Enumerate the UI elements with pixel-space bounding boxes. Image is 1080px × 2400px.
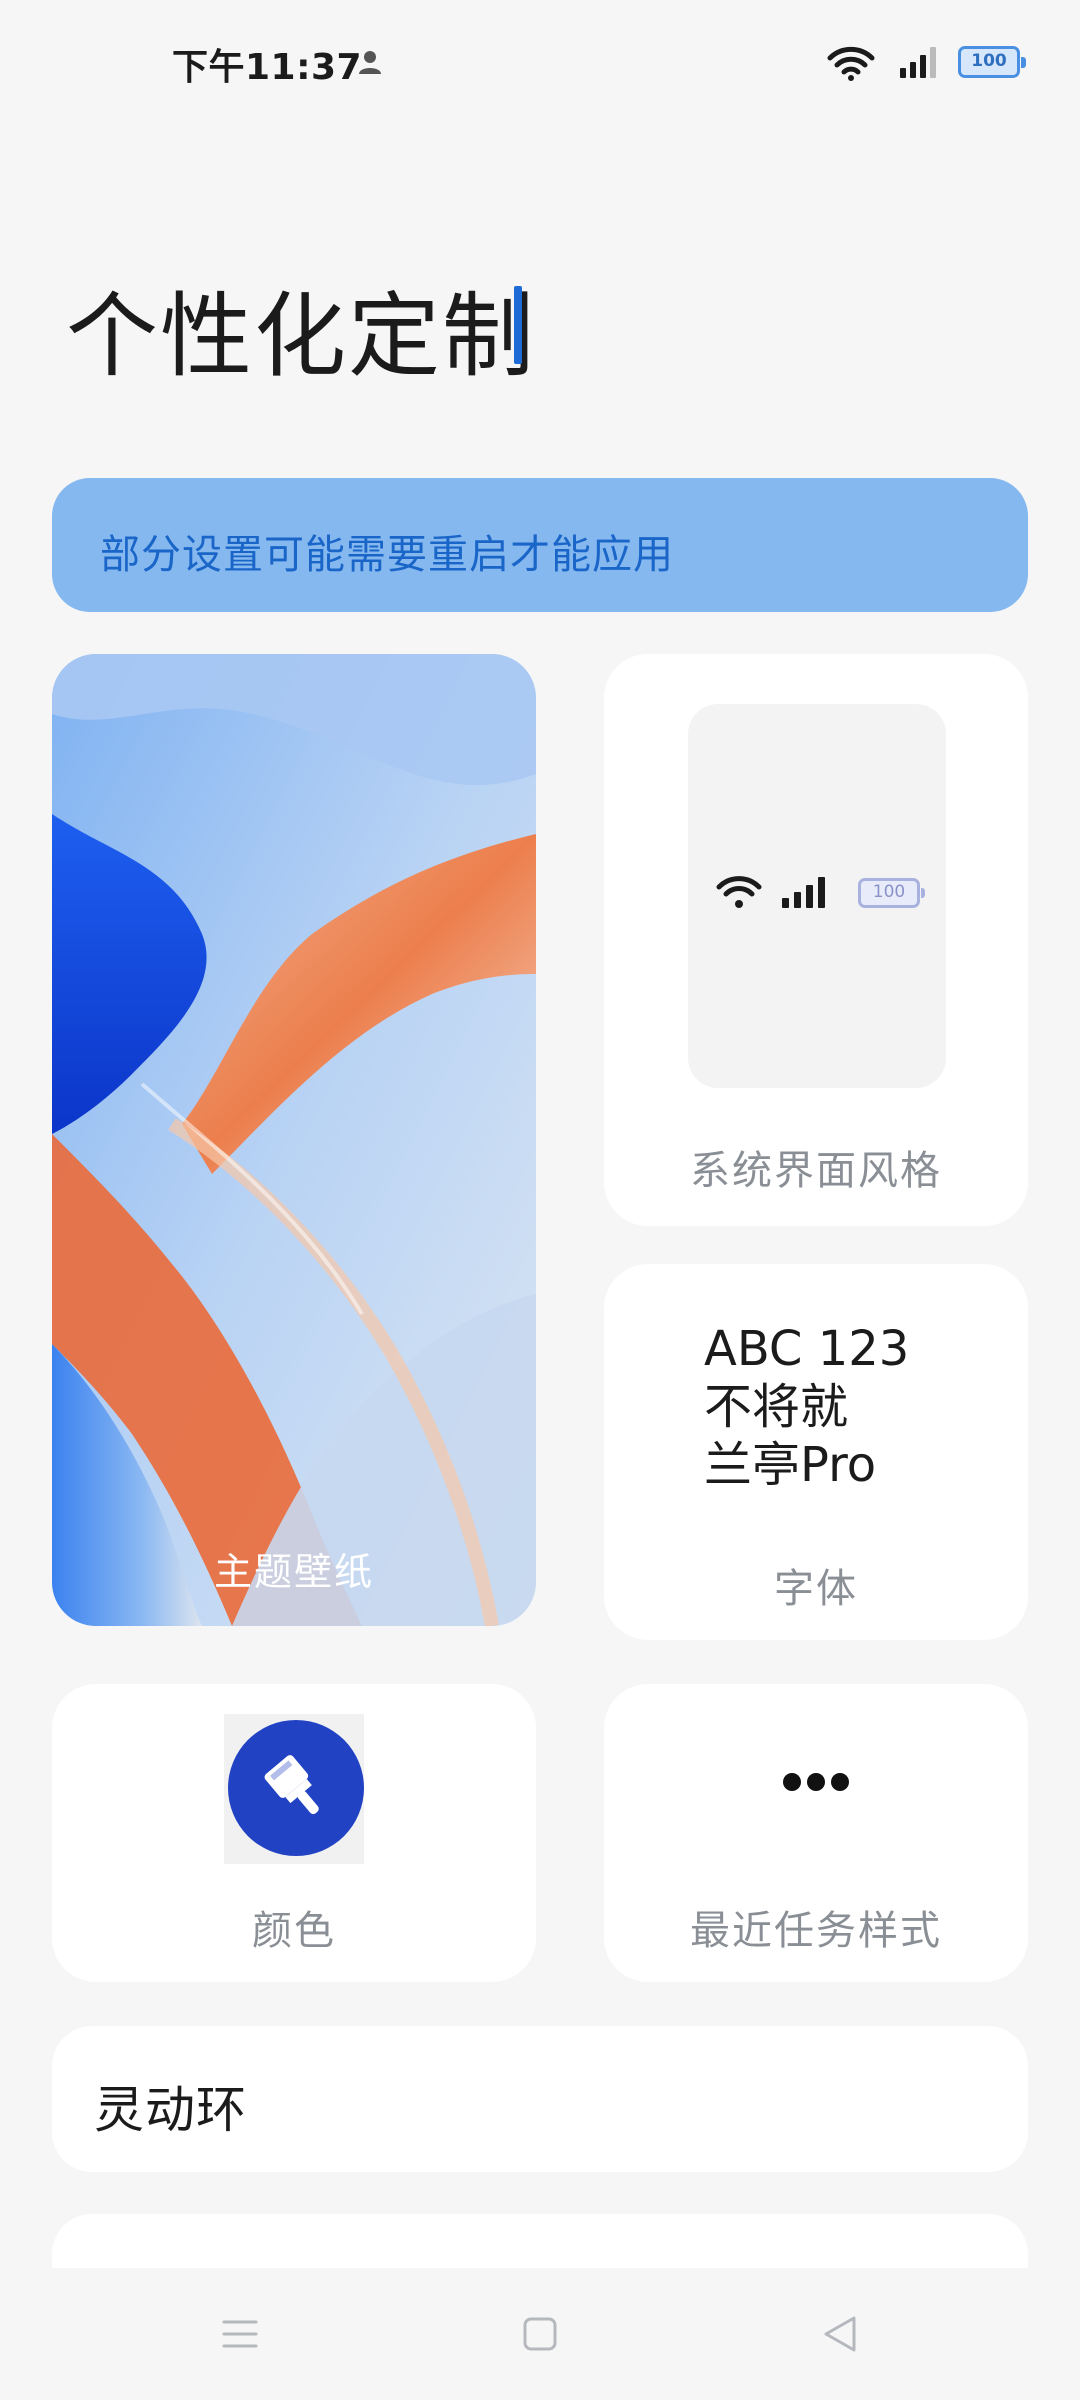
home-icon[interactable]: [522, 2316, 558, 2352]
preview-wifi-icon: [716, 876, 762, 908]
font-sample-line: 不将就: [704, 1379, 849, 1435]
notice-text: 部分设置可能需要重启才能应用: [100, 532, 674, 578]
status-bar: 下午11:37 100: [0, 0, 1080, 120]
text-cursor: [514, 286, 522, 364]
personalization-screen: 下午11:37 100 个性化定制 部分设置可能需要重启才能应用 主题壁纸 10…: [0, 0, 1080, 2400]
ui-style-label: 系统界面风格: [690, 1148, 942, 1194]
battery-level: 100: [971, 51, 1007, 71]
preview-signal-icon: [782, 877, 825, 908]
wifi-icon: [827, 46, 875, 81]
theme-wallpaper-card[interactable]: 主题壁纸: [52, 654, 536, 1626]
more-dots-icon: [783, 1773, 849, 1791]
status-time: 下午11:37: [172, 47, 363, 88]
preview-battery-icon: 100: [858, 878, 925, 908]
font-card[interactable]: ABC 123 不将就 兰亭Pro 字体: [604, 1264, 1028, 1640]
preview-battery-level: 100: [872, 882, 906, 902]
wallpaper-preview-image: [52, 654, 536, 1626]
font-sample-line: 兰亭Pro: [704, 1437, 877, 1493]
battery-icon: 100: [958, 46, 1026, 78]
back-icon[interactable]: [822, 2314, 858, 2354]
status-bar-style-preview: 100: [688, 704, 946, 1088]
dynamic-ring-label: 灵动环: [94, 2081, 247, 2139]
menu-icon[interactable]: [222, 2316, 258, 2352]
navigation-bar: [0, 2268, 1080, 2400]
user-icon: [359, 51, 381, 74]
recent-tasks-label: 最近任务样式: [690, 1908, 942, 1954]
restart-notice-banner: 部分设置可能需要重启才能应用: [52, 478, 1028, 612]
system-ui-style-card[interactable]: 100 系统界面风格: [604, 654, 1028, 1226]
font-sample: ABC 123 不将就 兰亭Pro: [704, 1320, 909, 1494]
wallpaper-label: 主题壁纸: [213, 1550, 374, 1594]
color-label: 颜色: [252, 1908, 336, 1954]
signal-icon: [900, 47, 936, 78]
font-label: 字体: [774, 1566, 858, 1612]
color-card[interactable]: 颜色: [52, 1684, 536, 1982]
paint-brush-icon: [264, 1755, 319, 1815]
page-title: 个性化定制: [66, 283, 537, 390]
font-sample-line: ABC 123: [704, 1321, 910, 1377]
dynamic-ring-row[interactable]: 灵动环: [52, 2026, 1028, 2172]
recent-tasks-style-card[interactable]: 最近任务样式: [604, 1684, 1028, 1982]
